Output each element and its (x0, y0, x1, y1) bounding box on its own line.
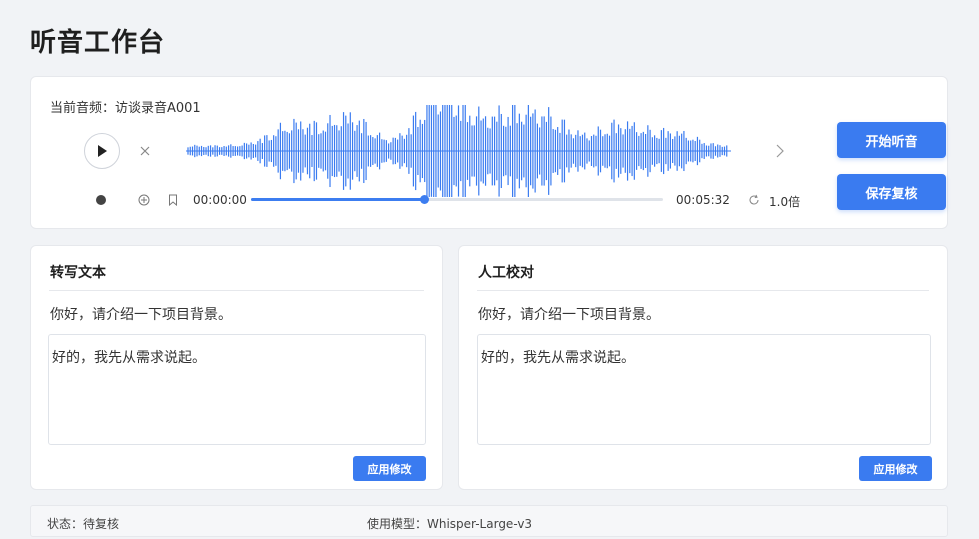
manual-divider (477, 290, 929, 291)
refresh-icon (749, 194, 759, 205)
audio-player-card: 当前音频：访谈录音A001 00:00:00 00:05:32 1.0倍 (30, 76, 948, 229)
transcript-panel: 转写文本 你好，请介绍一下项目背景。 好的，我先从需求说起。 应用修改 (30, 245, 443, 490)
plus-circle-icon (138, 194, 150, 206)
duration-time: 00:05:32 (676, 193, 730, 207)
elapsed-time: 00:00:00 (193, 193, 247, 207)
transcript-apply-button[interactable]: 应用修改 (353, 456, 426, 481)
play-button[interactable] (84, 133, 120, 169)
bookmark-button[interactable] (166, 193, 180, 207)
speed-toggle-button[interactable] (747, 193, 761, 207)
bookmark-icon (169, 194, 177, 206)
audio-waveform[interactable] (186, 103, 731, 199)
record-dot-icon[interactable] (96, 195, 106, 205)
save-review-button[interactable]: 保存复核 (837, 174, 946, 210)
play-icon (98, 145, 107, 157)
chevron-right-icon (776, 144, 784, 158)
start-listen-button[interactable]: 开始听音 (837, 122, 946, 158)
manual-line: 你好，请介绍一下项目背景。 (478, 307, 660, 323)
add-marker-button[interactable] (137, 193, 151, 207)
close-icon (140, 146, 150, 156)
progress-fill (251, 198, 425, 201)
manual-panel-title: 人工校对 (478, 265, 534, 281)
status-model: 使用模型：Whisper-Large-v3 (367, 517, 533, 531)
transcript-panel-title: 转写文本 (50, 265, 106, 281)
progress-slider[interactable] (251, 195, 663, 204)
manual-textbox[interactable]: 好的，我先从需求说起。 (477, 334, 931, 445)
transcript-divider (49, 290, 424, 291)
next-button[interactable] (772, 143, 788, 159)
manual-review-panel: 人工校对 你好，请介绍一下项目背景。 好的，我先从需求说起。 应用修改 (458, 245, 948, 490)
status-state: 状态：待复核 (47, 517, 120, 531)
current-audio-label: 当前音频：访谈录音A001 (50, 101, 201, 116)
progress-handle[interactable] (420, 195, 430, 204)
page-title: 听音工作台 (30, 28, 166, 58)
manual-apply-button[interactable]: 应用修改 (859, 456, 932, 481)
status-bar: 状态：待复核 使用模型：Whisper-Large-v3 (30, 505, 948, 537)
transcript-line: 你好，请介绍一下项目背景。 (50, 307, 232, 323)
close-button[interactable] (137, 143, 153, 159)
transcript-textbox[interactable]: 好的，我先从需求说起。 (48, 334, 426, 445)
playback-speed[interactable]: 1.0倍 (769, 193, 800, 210)
